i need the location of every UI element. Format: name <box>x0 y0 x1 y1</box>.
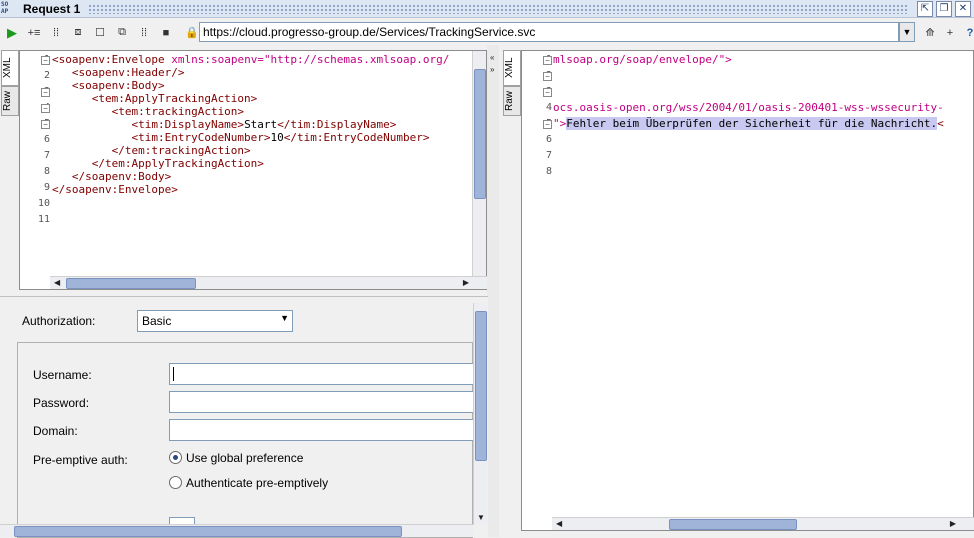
auth-panel: Authorization: Basic ▼ Username: Passwor… <box>0 296 488 538</box>
create-test-icon[interactable]: ⁞⁞ <box>134 23 154 43</box>
line-number: 9 <box>43 182 50 193</box>
add-icon[interactable]: + <box>940 23 960 43</box>
use-global-preference-label[interactable]: Use global preference <box>186 451 303 465</box>
create-empty-request-icon[interactable]: ⁞⁞ <box>46 23 66 43</box>
password-input[interactable] <box>169 391 474 413</box>
cancel-request-icon[interactable]: ■ <box>156 23 176 43</box>
request-gutter: 1 2 3 4 5 6 7 8 9 10 11 <box>20 51 50 273</box>
soapui-logo: SO AP <box>1 0 9 15</box>
fold-toggle-icon[interactable]: − <box>543 56 552 65</box>
window-title: Request 1 <box>23 1 81 16</box>
tab-response-xml[interactable]: XML <box>503 50 521 86</box>
recreate-request-icon[interactable]: ⧈ <box>68 23 88 43</box>
line-number: 11 <box>37 214 50 225</box>
domain-label: Domain: <box>33 424 78 438</box>
window-titlebar: SO AP Request 1 ⇱ ❐ ✕ <box>0 0 974 18</box>
tab-request-xml[interactable]: XML <box>1 50 19 86</box>
request-toolbar: ▶ +≡ ⁞⁞ ⧈ ☐ ⧉ ⁞⁞ ■ 🔒 https://cloud.progr… <box>0 20 974 45</box>
line-number: 2 <box>43 70 50 81</box>
scroll-thumb[interactable] <box>669 519 797 530</box>
response-line-5: ">Fehler beim Überprüfen der Sicherheit … <box>553 117 944 130</box>
scroll-right-icon[interactable]: ▶ <box>950 519 956 528</box>
tab-request-raw[interactable]: Raw <box>1 86 19 116</box>
line-number: 6 <box>43 134 50 145</box>
response-line-5-suffix: < <box>937 117 944 130</box>
clone-request-icon[interactable]: ☐ <box>90 23 110 43</box>
response-xml-editor[interactable]: 1 2 3 4 5 6 7 8 − − − − mlsoap.org/soap/… <box>521 50 974 531</box>
fold-toggle-icon[interactable]: − <box>41 88 50 97</box>
line-number: 10 <box>37 198 50 209</box>
username-label: Username: <box>33 368 92 382</box>
line-number: 7 <box>545 150 552 161</box>
scroll-thumb[interactable] <box>14 526 402 537</box>
help-icon[interactable]: ? <box>960 23 974 43</box>
scroll-thumb[interactable] <box>474 69 486 199</box>
auth-horizontal-scrollbar[interactable] <box>0 524 474 537</box>
request-xml-editor[interactable]: 1 2 3 4 5 6 7 8 9 10 11 − − − − <soapenv… <box>19 50 487 290</box>
tab-response-raw[interactable]: Raw <box>503 86 521 116</box>
format-icon[interactable]: ⟰ <box>920 23 940 43</box>
response-view-tabs: XML Raw <box>503 50 521 120</box>
response-horizontal-scrollbar[interactable]: ◀ ▶ <box>552 517 974 530</box>
scroll-thumb[interactable] <box>66 278 196 289</box>
fold-toggle-icon[interactable]: − <box>41 120 50 129</box>
request-view-tabs: XML Raw <box>1 50 19 120</box>
radio-use-global-preference[interactable] <box>169 451 182 464</box>
endpoint-url-input[interactable]: https://cloud.progresso-group.de/Service… <box>199 22 899 42</box>
endpoint-dropdown-icon[interactable]: ▼ <box>899 22 915 42</box>
scroll-left-icon[interactable]: ◀ <box>54 278 60 287</box>
line-number: 4 <box>545 102 552 113</box>
line-number: 8 <box>43 166 50 177</box>
submit-request-icon[interactable]: ▶ <box>2 23 22 43</box>
fault-message-text: Fehler beim Überprüfen der Sicherheit fü… <box>566 117 938 130</box>
username-input[interactable] <box>169 363 474 385</box>
request-horizontal-scrollbar[interactable]: ◀ ▶ <box>50 276 487 289</box>
line-number: 6 <box>545 134 552 145</box>
domain-input[interactable] <box>169 419 474 441</box>
split-divider[interactable]: « » <box>487 45 499 537</box>
response-line-5-prefix: "> <box>553 117 567 130</box>
auth-vertical-scrollbar[interactable]: ▼ <box>473 303 487 524</box>
titlebar-grip <box>88 3 909 14</box>
scroll-left-icon[interactable]: ◀ <box>556 519 562 528</box>
restore-icon[interactable]: ❐ <box>936 0 952 17</box>
fold-toggle-icon[interactable]: − <box>543 88 552 97</box>
line-number: 7 <box>43 150 50 161</box>
response-line-1: mlsoap.org/soap/envelope/"> <box>553 53 732 66</box>
authenticate-preemptively-label[interactable]: Authenticate pre-emptively <box>186 476 328 490</box>
fold-toggle-icon[interactable]: − <box>41 56 50 65</box>
fold-toggle-icon[interactable]: − <box>41 104 50 113</box>
copy-request-icon[interactable]: ⧉ <box>112 23 132 43</box>
authorization-label: Authorization: <box>22 314 96 328</box>
add-assertion-icon[interactable]: +≡ <box>24 23 44 43</box>
scroll-right-icon[interactable]: ▶ <box>463 278 469 287</box>
text-caret <box>173 367 174 381</box>
authorization-value: Basic <box>142 314 172 328</box>
collapse-left-icon[interactable]: « <box>490 53 494 62</box>
authorization-select[interactable]: Basic ▼ <box>137 310 293 332</box>
chevron-down-icon: ▼ <box>280 313 289 323</box>
line-number: 8 <box>545 166 552 177</box>
request-vertical-scrollbar[interactable] <box>472 51 486 277</box>
scroll-down-icon[interactable]: ▼ <box>477 513 485 522</box>
request-xml-code: <soapenv:Envelope xmlns:soapenv="http://… <box>52 53 450 196</box>
collapse-right-icon[interactable]: » <box>490 65 494 74</box>
fold-toggle-icon[interactable]: − <box>543 120 552 129</box>
response-line-4: ocs.oasis-open.org/wss/2004/01/oasis-200… <box>553 101 944 114</box>
password-label: Password: <box>33 396 90 410</box>
close-icon[interactable]: ✕ <box>955 0 971 17</box>
preemptive-auth-label: Pre-emptive auth: <box>33 453 128 467</box>
detach-icon[interactable]: ⇱ <box>917 0 933 17</box>
fold-toggle-icon[interactable]: − <box>543 72 552 81</box>
radio-authenticate-preemptively[interactable] <box>169 476 182 489</box>
scroll-thumb[interactable] <box>475 311 487 461</box>
